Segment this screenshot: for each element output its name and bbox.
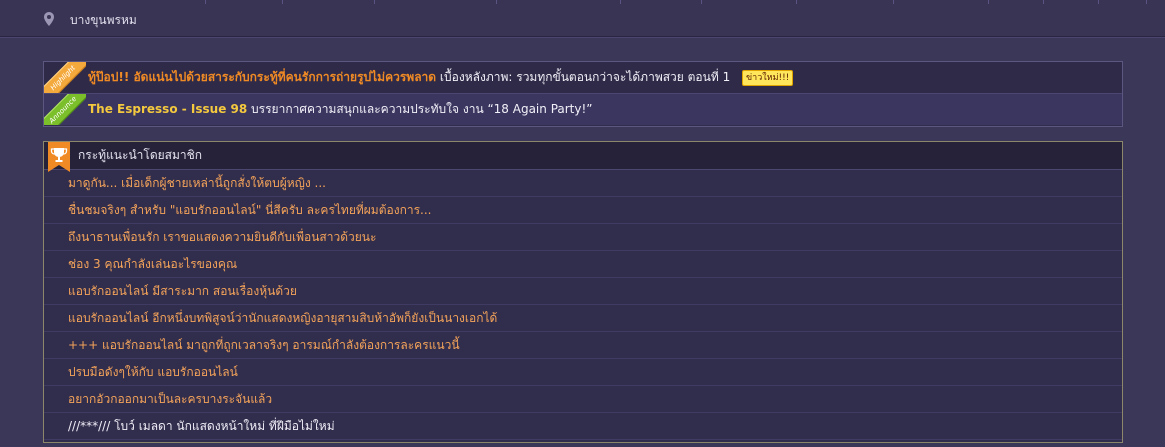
tab-divider bbox=[374, 0, 375, 4]
announce-separator: - bbox=[177, 102, 191, 116]
tab-divider bbox=[701, 0, 702, 4]
announce-headline-link[interactable]: The Espresso bbox=[88, 102, 178, 116]
topic-item: ปรบมือดังๆให้กับ แอบรักออนไลน์ bbox=[44, 359, 1122, 386]
topic-link[interactable]: มาดูกัน... เมื่อเด็กผู้ชายเหล่านี้ถูกสั่… bbox=[68, 176, 326, 190]
announcement-box: Highlight ทู้ป๊อป!! อัดแน่นไปด้วยสาระกับ… bbox=[43, 61, 1123, 127]
topic-link[interactable]: ปรบมือดังๆให้กับ แอบรักออนไลน์ bbox=[68, 365, 238, 379]
topic-item: +++ แอบรักออนไลน์ มาถูกที่ถูกเวลาจริงๆ อ… bbox=[44, 332, 1122, 359]
highlight-row[interactable]: Highlight ทู้ป๊อป!! อัดแน่นไปด้วยสาระกับ… bbox=[44, 62, 1122, 93]
topic-link[interactable]: แอบรักออนไลน์ อีกหนึ่งบทพิสูจน์ว่านักแสด… bbox=[68, 311, 497, 325]
tab-divider bbox=[282, 0, 283, 4]
topic-link[interactable]: +++ แอบรักออนไลน์ มาถูกที่ถูกเวลาจริงๆ อ… bbox=[68, 338, 460, 352]
topic-item: มาดูกัน... เมื่อเด็กผู้ชายเหล่านี้ถูกสั่… bbox=[44, 170, 1122, 197]
tab-divider bbox=[1146, 0, 1147, 4]
tab-divider bbox=[988, 0, 989, 4]
tab-divider bbox=[496, 0, 497, 4]
recommended-topics-panel: กระทู้แนะนำโดยสมาชิก มาดูกัน... เมื่อเด็… bbox=[43, 141, 1123, 443]
location-bar: บางขุนพรหม bbox=[0, 0, 1165, 37]
highlight-detail[interactable]: เบื้องหลังภาพ: รวมทุกขั้นตอนกว่าจะได้ภาพ… bbox=[440, 70, 730, 84]
announce-row[interactable]: Announce The Espresso - Issue 98 บรรยากา… bbox=[44, 94, 1122, 125]
announce-ribbon: Announce bbox=[44, 94, 86, 125]
topic-link[interactable]: ชื่นชมจริงๆ สำหรับ "แอบรักออนไลน์" นี่สี… bbox=[68, 203, 431, 217]
panel-header: กระทู้แนะนำโดยสมาชิก bbox=[44, 142, 1122, 172]
topic-item: แอบรักออนไลน์ อีกหนึ่งบทพิสูจน์ว่านักแสด… bbox=[44, 305, 1122, 332]
topic-list: มาดูกัน... เมื่อเด็กผู้ชายเหล่านี้ถูกสั่… bbox=[44, 170, 1122, 440]
topic-link[interactable]: ช่อง 3 คุณกำลังเล่นอะไรของคุณ bbox=[68, 257, 237, 271]
tab-divider bbox=[796, 0, 797, 4]
tab-divider bbox=[1043, 0, 1044, 4]
topic-link[interactable]: ถึงนาธานเพื่อนรัก เราขอแสดงความยินดีกับเ… bbox=[68, 230, 376, 244]
tab-divider bbox=[205, 0, 206, 4]
topic-item: ///***/// โบว์ เมลดา นักแสดงหน้าใหม่ ที่… bbox=[44, 413, 1122, 440]
panel-title: กระทู้แนะนำโดยสมาชิก bbox=[78, 148, 203, 162]
highlight-headline-link[interactable]: ทู้ป๊อป!! อัดแน่นไปด้วยสาระกับกระทู้ที่ค… bbox=[88, 70, 436, 84]
announce-issue-link[interactable]: Issue 98 bbox=[191, 102, 247, 116]
tab-divider bbox=[893, 0, 894, 4]
topic-link[interactable]: แอบรักออนไลน์ มีสาระมาก สอนเรื่องหุ้นด้ว… bbox=[68, 284, 297, 298]
topic-item: แอบรักออนไลน์ มีสาระมาก สอนเรื่องหุ้นด้ว… bbox=[44, 278, 1122, 305]
topic-item: ชื่นชมจริงๆ สำหรับ "แอบรักออนไลน์" นี่สี… bbox=[44, 197, 1122, 224]
topic-link[interactable]: ///***/// โบว์ เมลดา นักแสดงหน้าใหม่ ที่… bbox=[68, 419, 335, 433]
trophy-icon bbox=[48, 142, 70, 172]
announce-detail[interactable]: บรรยากาศความสนุกและความประทับใจ งาน “18 … bbox=[251, 102, 592, 116]
topic-item: ถึงนาธานเพื่อนรัก เราขอแสดงความยินดีกับเ… bbox=[44, 224, 1122, 251]
map-pin-icon bbox=[44, 12, 54, 26]
topic-link[interactable]: อยากอัวกออกมาเป็นละครบางระจันแล้ว bbox=[68, 392, 272, 406]
highlight-ribbon-label: Highlight bbox=[44, 62, 86, 93]
tab-divider bbox=[1098, 0, 1099, 4]
topic-item: ช่อง 3 คุณกำลังเล่นอะไรของคุณ bbox=[44, 251, 1122, 278]
highlight-ribbon: Highlight bbox=[44, 62, 86, 93]
new-badge: ข่าวใหม่!!! bbox=[742, 70, 794, 86]
topic-item: อยากอัวกออกมาเป็นละครบางระจันแล้ว bbox=[44, 386, 1122, 413]
location-label[interactable]: บางขุนพรหม bbox=[70, 11, 137, 30]
tab-divider bbox=[620, 0, 621, 4]
announce-ribbon-label: Announce bbox=[44, 94, 86, 125]
